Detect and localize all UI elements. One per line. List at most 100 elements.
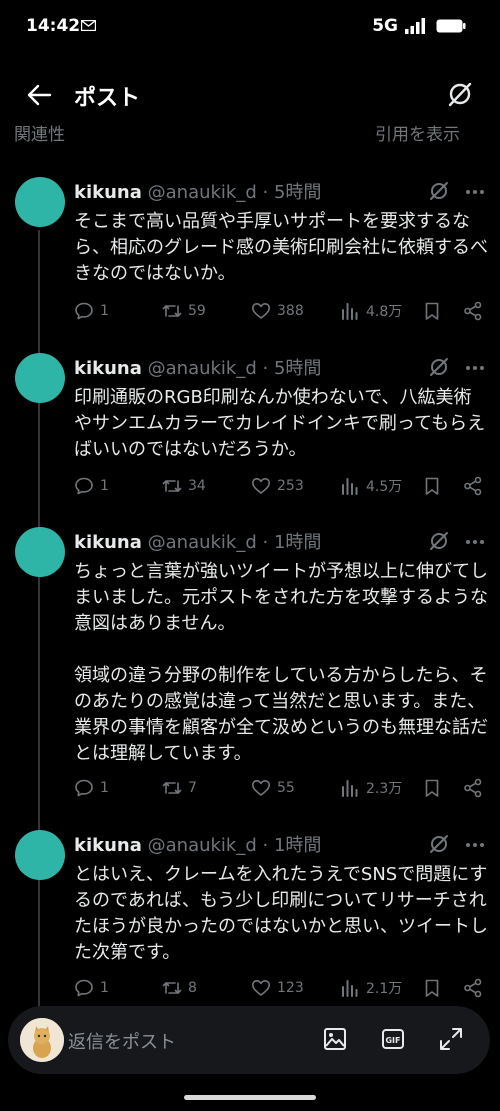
- tweet-text: そこまで高い品質や手厚いサポートを要求するなら、相応のグレード感の美術印刷会社に…: [74, 211, 488, 284]
- reply-count: 1: [100, 478, 109, 494]
- more-options-icon[interactable]: [465, 365, 485, 371]
- more-options-icon[interactable]: [465, 539, 485, 545]
- back-arrow-icon[interactable]: [26, 82, 52, 108]
- author-handle[interactable]: @anaukik_d: [148, 182, 257, 203]
- author-name[interactable]: kikuna: [74, 358, 142, 379]
- grok-icon[interactable]: [428, 833, 450, 855]
- share-button[interactable]: [463, 476, 489, 496]
- reply-icon: [75, 477, 93, 495]
- grok-icon[interactable]: [428, 356, 450, 378]
- post-time: 5時間: [273, 182, 322, 203]
- avatar[interactable]: [15, 353, 65, 403]
- avatar[interactable]: [15, 177, 65, 227]
- status-time: 14:42: [26, 16, 81, 36]
- reply-icon: [75, 979, 93, 997]
- like-button[interactable]: 388: [251, 301, 304, 321]
- author-handle[interactable]: @anaukik_d: [148, 532, 257, 553]
- views-button[interactable]: 4.8万: [340, 301, 402, 321]
- reply-button[interactable]: 1: [74, 978, 109, 998]
- mail-icon: [81, 20, 96, 31]
- author-handle[interactable]: @anaukik_d: [148, 835, 257, 856]
- separator-dot: ·: [262, 835, 269, 856]
- author-name[interactable]: kikuna: [74, 182, 142, 203]
- bookmark-icon: [425, 302, 439, 320]
- avatar[interactable]: [15, 527, 65, 577]
- view-count: 4.5万: [366, 479, 403, 495]
- bookmark-icon: [425, 477, 439, 495]
- bookmark-button[interactable]: [422, 301, 448, 321]
- bookmark-button[interactable]: [422, 978, 448, 998]
- repost-button[interactable]: 59: [162, 301, 206, 321]
- bookmark-button[interactable]: [422, 476, 448, 496]
- home-indicator[interactable]: [184, 1095, 316, 1100]
- views-button[interactable]: 4.5万: [340, 476, 402, 496]
- heart-icon: [252, 980, 270, 996]
- separator-dot: ·: [262, 182, 269, 203]
- reply-count: 1: [100, 980, 109, 996]
- status-bar: 14:42 5G: [0, 0, 500, 56]
- signal-icon: [405, 18, 425, 34]
- reply-button[interactable]: 1: [74, 301, 109, 321]
- tweet-actions: 1 7 55 2.3万: [74, 778, 488, 802]
- image-icon[interactable]: [322, 1026, 348, 1052]
- view-count: 2.3万: [366, 781, 403, 797]
- share-button[interactable]: [463, 778, 489, 798]
- repost-count: 59: [188, 303, 206, 319]
- reply-count: 1: [100, 780, 109, 796]
- share-icon: [464, 778, 482, 798]
- more-options-icon[interactable]: [465, 189, 485, 195]
- tweet-header: kikuna @anaukik_d · 1時間: [74, 831, 321, 857]
- views-chart-icon: [342, 303, 358, 320]
- views-chart-icon: [342, 980, 358, 997]
- reply-input[interactable]: 返信をポスト: [68, 1028, 176, 1054]
- like-button[interactable]: 55: [251, 778, 295, 798]
- reply-icon: [75, 302, 93, 320]
- view-quotes-link[interactable]: 引用を表示: [375, 120, 460, 145]
- post-time: 5時間: [273, 358, 322, 379]
- share-button[interactable]: [463, 978, 489, 998]
- reply-compose-bar[interactable]: 返信をポスト GIF: [8, 1006, 490, 1074]
- repost-count: 7: [188, 780, 197, 796]
- repost-button[interactable]: 7: [162, 778, 197, 798]
- network-label: 5G: [372, 16, 398, 36]
- like-count: 253: [277, 478, 304, 494]
- expand-icon[interactable]: [438, 1026, 464, 1052]
- grok-icon[interactable]: [428, 530, 450, 552]
- repost-button[interactable]: 8: [162, 978, 197, 998]
- thread-line: [38, 230, 40, 1010]
- tweet-text: とはいえ、クレームを入れたうえでSNSで問題にするのであれば、もう少し印刷につい…: [74, 864, 488, 963]
- repost-button[interactable]: 34: [162, 476, 206, 496]
- author-name[interactable]: kikuna: [74, 835, 142, 856]
- author-handle[interactable]: @anaukik_d: [148, 358, 257, 379]
- more-options-icon[interactable]: [465, 842, 485, 848]
- status-indicators: 5G: [372, 16, 466, 36]
- like-button[interactable]: 253: [251, 476, 304, 496]
- view-count: 2.1万: [366, 981, 403, 997]
- heart-icon: [252, 478, 270, 494]
- like-count: 123: [277, 980, 304, 996]
- user-avatar[interactable]: [20, 1018, 64, 1062]
- views-chart-icon: [342, 478, 358, 495]
- views-button[interactable]: 2.1万: [340, 978, 402, 998]
- share-button[interactable]: [463, 301, 489, 321]
- page-title: ポスト: [74, 86, 141, 111]
- views-button[interactable]: 2.3万: [340, 778, 402, 798]
- author-name[interactable]: kikuna: [74, 532, 142, 553]
- tweet-actions: 1 34 253 4.5万: [74, 476, 488, 500]
- gif-icon[interactable]: GIF: [380, 1026, 406, 1052]
- share-icon: [464, 301, 482, 321]
- reply-button[interactable]: 1: [74, 476, 109, 496]
- like-button[interactable]: 123: [251, 978, 304, 998]
- avatar[interactable]: [15, 830, 65, 880]
- grok-icon[interactable]: [428, 180, 450, 202]
- sort-relevance-label[interactable]: 関連性: [14, 120, 65, 145]
- reply-button[interactable]: 1: [74, 778, 109, 798]
- repost-count: 34: [188, 478, 206, 494]
- repost-icon: [162, 782, 182, 794]
- reply-count: 1: [100, 303, 109, 319]
- bookmark-button[interactable]: [422, 778, 448, 798]
- repost-count: 8: [188, 980, 197, 996]
- tweet-text: 印刷通販のRGB印刷なんか使わないで、八紘美術やサンエムカラーでカレイドインキで…: [74, 387, 486, 460]
- tweet-actions: 1 8 123 2.1万: [74, 978, 488, 1002]
- grok-icon[interactable]: [446, 80, 474, 108]
